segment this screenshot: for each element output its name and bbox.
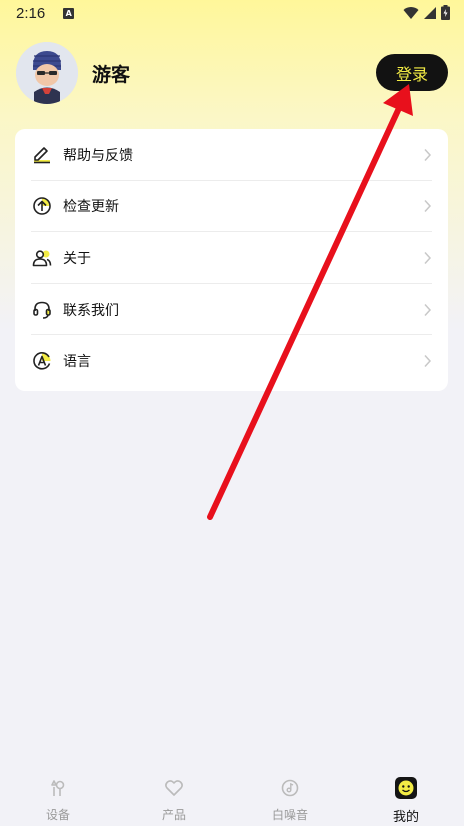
tab-label: 白噪音	[271, 808, 308, 822]
annotation-arrow	[207, 84, 413, 520]
tab-mine[interactable]: 我的	[348, 770, 464, 826]
tab-white-noise[interactable]: 白噪音	[232, 770, 348, 826]
tab-device[interactable]: 设备	[0, 770, 116, 826]
smiley-icon	[394, 776, 418, 800]
tab-products[interactable]: 产品	[116, 770, 232, 826]
tab-label: 设备	[45, 808, 70, 822]
heart-icon	[162, 776, 186, 800]
tab-label: 产品	[161, 808, 186, 822]
tab-label: 我的	[392, 810, 419, 825]
music-disc-icon	[278, 776, 302, 800]
device-icon	[46, 776, 70, 800]
bottom-tab-bar: 设备 产品 白噪音 我的	[0, 770, 464, 826]
